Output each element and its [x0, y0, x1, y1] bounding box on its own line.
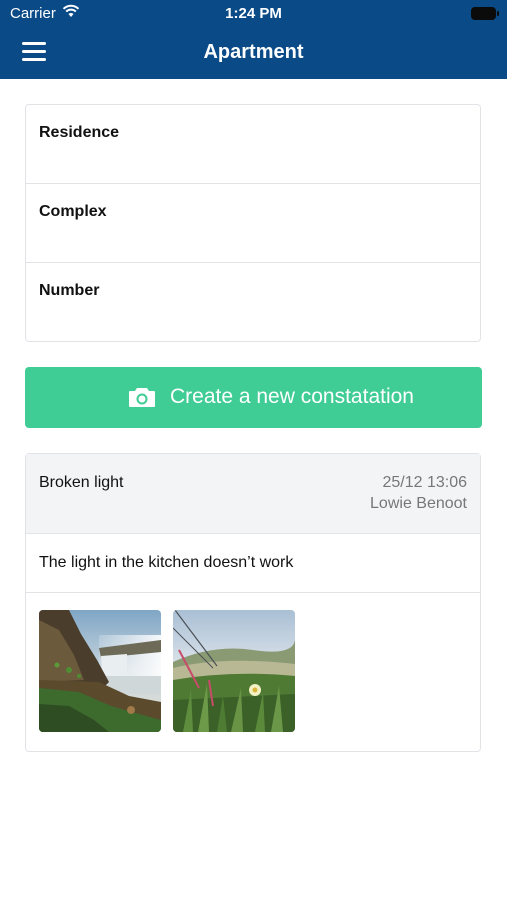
create-button-label: Create a new constatation — [170, 385, 414, 408]
constatation-description-row: The light in the kitchen doesn’t work — [26, 534, 480, 593]
field-number[interactable]: Number — [26, 263, 480, 342]
photo-thumbnail-flower[interactable] — [173, 610, 295, 732]
page-title: Apartment — [203, 41, 304, 63]
constatation-title: Broken light — [39, 474, 124, 491]
field-label-complex: Complex — [39, 203, 107, 220]
waterfall-photo — [39, 610, 161, 732]
constatation-date: 25/12 13:06 — [382, 474, 467, 491]
status-bar: Carrier 1:24 PM — [0, 0, 507, 28]
create-constatation-button[interactable]: Create a new constatation — [25, 367, 482, 428]
constatation-header: Broken light 25/12 13:06 Lowie Benoot — [26, 454, 480, 534]
constatation-author: Lowie Benoot — [370, 495, 467, 512]
photo-thumbnail-waterfall[interactable] — [39, 610, 161, 732]
apartment-fields-card: Residence Complex Number — [25, 104, 481, 342]
battery-icon — [471, 7, 499, 20]
status-time: 1:24 PM — [225, 5, 282, 22]
photo-gallery — [26, 593, 480, 751]
field-complex[interactable]: Complex — [26, 184, 480, 263]
flower-photo — [173, 610, 295, 732]
constatation-card[interactable]: Broken light 25/12 13:06 Lowie Benoot Th… — [25, 453, 481, 752]
field-residence[interactable]: Residence — [26, 105, 480, 184]
field-label-number: Number — [39, 282, 100, 299]
navigation-bar: Carrier 1:24 PM Apartment — [0, 0, 507, 79]
field-label-residence: Residence — [39, 124, 120, 141]
constatation-description: The light in the kitchen doesn’t work — [39, 554, 294, 571]
camera-icon — [129, 388, 155, 407]
